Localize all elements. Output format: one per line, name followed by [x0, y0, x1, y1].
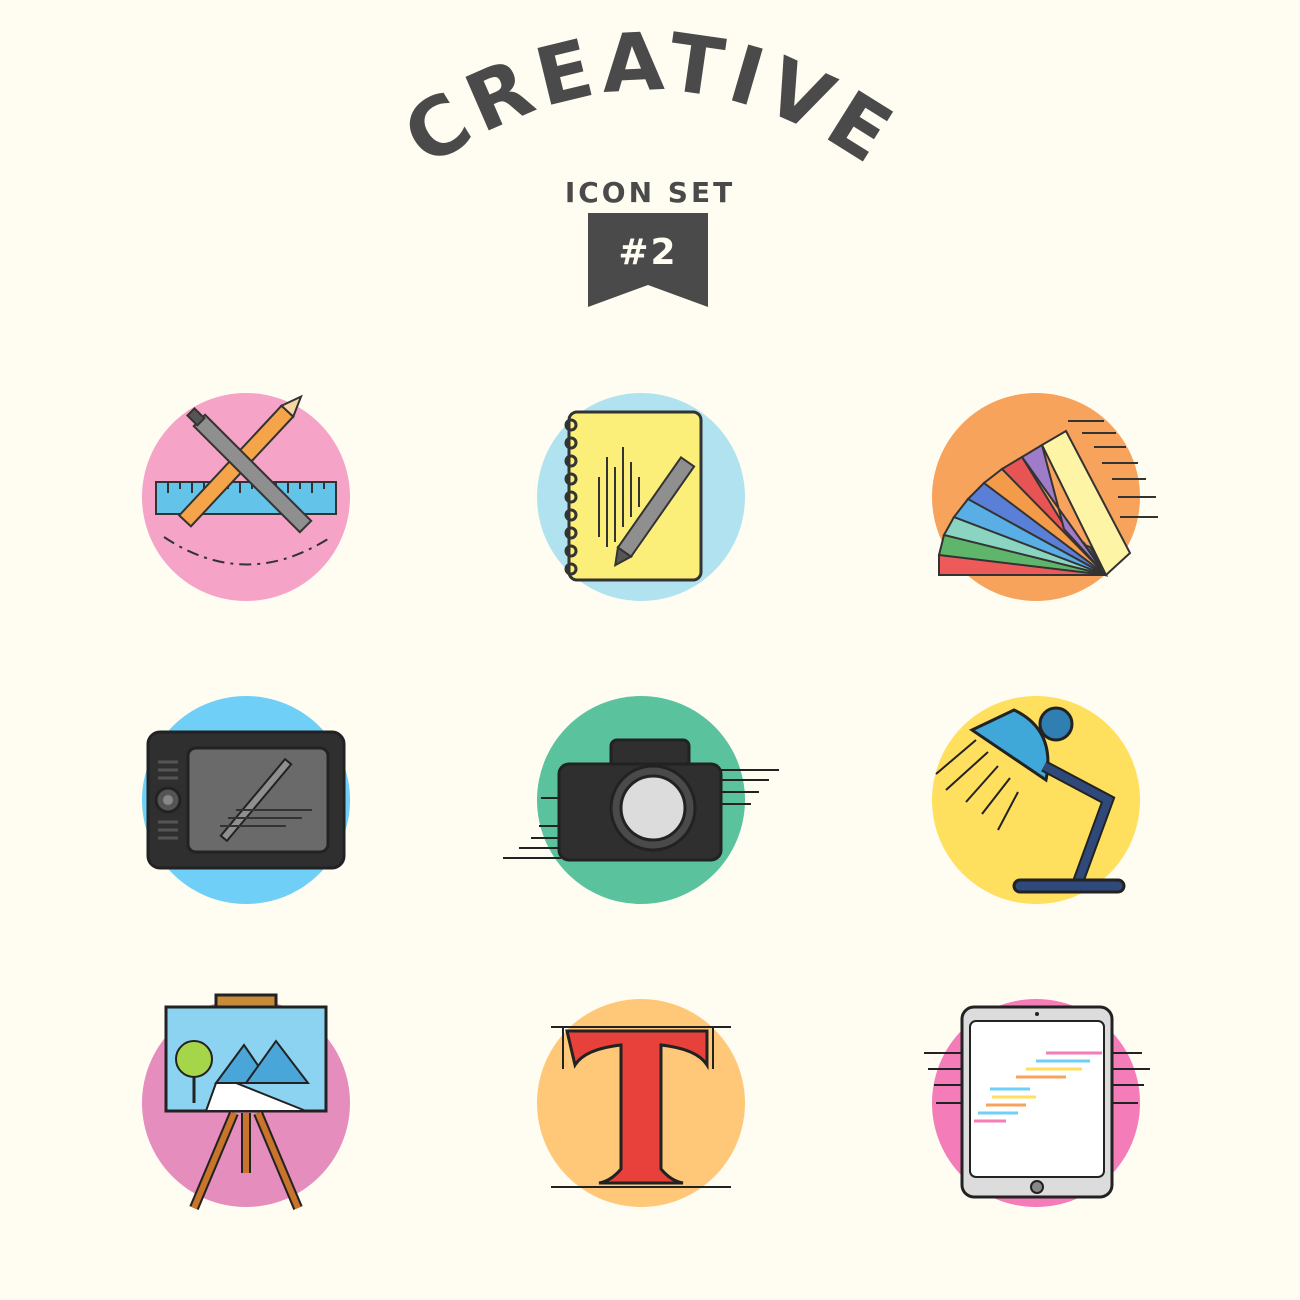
page-title: CREATIVE — [388, 15, 912, 184]
typography-t-icon — [511, 973, 771, 1233]
ruler-pencil-pen-icon — [116, 367, 376, 627]
desk-lamp-icon — [906, 670, 1166, 930]
badge-number: #2 — [618, 232, 677, 273]
camera-icon — [503, 670, 779, 930]
page-subtitle: ICON SET — [565, 176, 735, 209]
easel-painting-icon — [116, 973, 376, 1233]
tablet-code-icon — [906, 973, 1166, 1233]
graphics-tablet-icon — [116, 670, 376, 930]
color-swatch-fan-icon — [906, 367, 1166, 627]
header: CREATIVE ICON SET #2 — [388, 15, 912, 307]
sketchbook-pen-icon — [511, 367, 771, 627]
